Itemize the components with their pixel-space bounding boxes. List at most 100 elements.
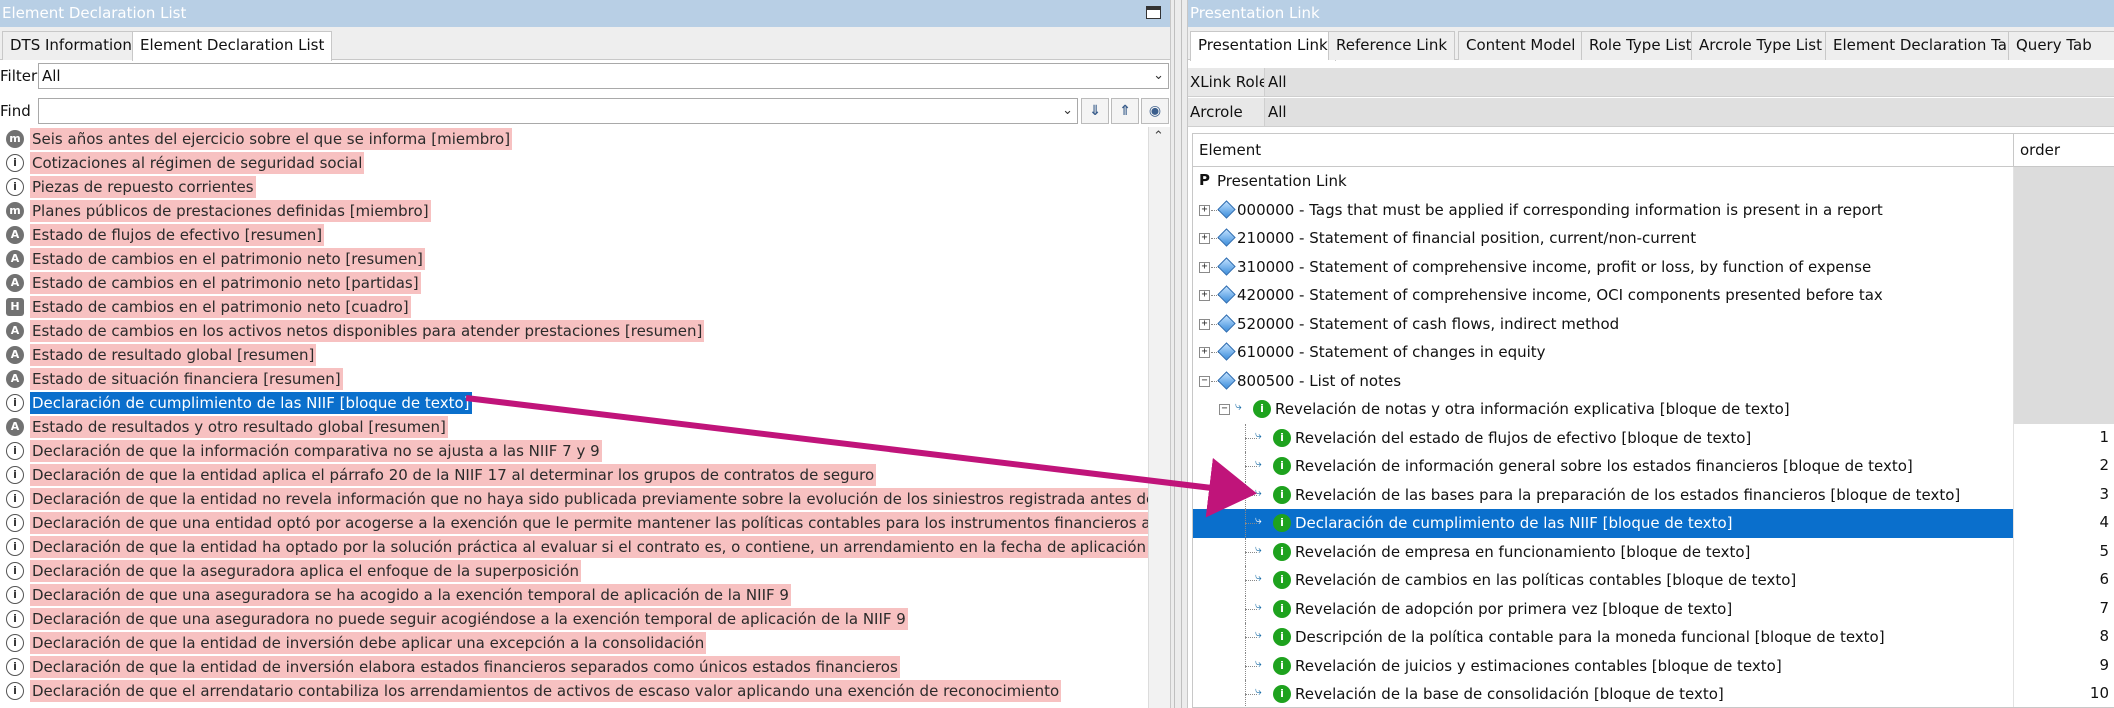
table-row[interactable]: ⤷ i Descripción de la política contable pa… <box>1193 623 2114 652</box>
right-tab-bar: Presentation Link Reference Link Content… <box>1188 27 2114 61</box>
list-item[interactable]: i Declaración de que la entidad de invers… <box>0 631 1148 655</box>
table-row[interactable]: ⤷ i Revelación de empresa en funcionamient… <box>1193 537 2114 566</box>
tab-presentation-link[interactable]: Presentation Link <box>1190 31 1336 61</box>
abstract-icon: A <box>6 250 24 268</box>
maximize-icon[interactable] <box>1146 6 1161 19</box>
scroll-up-icon[interactable]: ⌃ <box>1153 129 1164 144</box>
order-cell <box>2013 338 2114 367</box>
list-item[interactable]: i Declaración de que la entidad aplica el… <box>0 463 1148 487</box>
collapse-icon[interactable]: − <box>1219 404 1230 415</box>
order-cell: 5 <box>2013 537 2114 566</box>
tree-group-row[interactable]: − 800500 - List of notes <box>1193 366 2114 395</box>
tree-group-row[interactable]: +310000 - Statement of comprehensive inc… <box>1193 252 2114 281</box>
list-item[interactable]: i Declaración de que el arrendatario cont… <box>0 679 1148 703</box>
list-item-label: Estado de cambios en el patrimonio neto … <box>30 272 421 294</box>
list-item-label: Estado de resultados y otro resultado gl… <box>30 416 448 438</box>
expand-icon[interactable]: + <box>1199 233 1210 244</box>
table-row[interactable]: ⤷ i Revelación de información general sobr… <box>1193 452 2114 481</box>
list-item[interactable]: i Declaración de que una aseguradora se h… <box>0 583 1148 607</box>
tree-group-row[interactable]: +000000 - Tags that must be applied if c… <box>1193 195 2114 224</box>
link-arc-icon: ⤷ <box>1255 427 1262 442</box>
table-row[interactable]: ⤷ i Revelación de cambios en las políticas… <box>1193 566 2114 595</box>
item-icon: i <box>1273 571 1291 589</box>
list-item[interactable]: i Declaración de que una aseguradora no p… <box>0 607 1148 631</box>
tab-content-model[interactable]: Content Model <box>1458 31 1584 60</box>
list-item[interactable]: A Estado de cambios en el patrimonio neto… <box>0 247 1148 271</box>
table-row[interactable]: ⤷ i Declaración de cumplimiento de las NII… <box>1193 509 2114 538</box>
tree-item-label: Revelación de información general sobre … <box>1295 457 1913 475</box>
panel-title-bar: Element Declaration List <box>0 0 1170 27</box>
expand-icon[interactable]: + <box>1199 261 1210 273</box>
list-item[interactable]: A Estado de cambios en los activos netos … <box>0 319 1148 343</box>
tab-reference-link[interactable]: Reference Link <box>1328 31 1456 60</box>
tab-arcrole-type-list[interactable]: Arcrole Type List <box>1691 31 1830 60</box>
list-item[interactable]: i Declaración de cumplimiento de las NIIF… <box>0 391 1148 415</box>
list-item-label: Declaración de que la entidad aplica el … <box>30 464 877 486</box>
tree-parent-row[interactable]: − ⤷ i Revelación de notas y otra informació… <box>1193 395 2114 424</box>
list-item[interactable]: i Cotizaciones al régimen de seguridad so… <box>0 151 1148 175</box>
abstract-icon: A <box>6 346 24 364</box>
tab-element-declaration-list[interactable]: Element Declaration List <box>132 31 333 61</box>
tree-root-row[interactable]: P Presentation Link <box>1193 167 2114 196</box>
split-divider[interactable] <box>1170 0 1188 708</box>
tree-group-row[interactable]: +210000 - Statement of financial positio… <box>1193 224 2114 253</box>
tab-element-declaration-table[interactable]: Element Declaration Table <box>1825 31 2038 60</box>
find-next-icon[interactable]: ⇓ <box>1081 98 1109 124</box>
tab-dts-information[interactable]: DTS Information <box>2 31 140 60</box>
table-header: Element order <box>1193 134 2114 167</box>
column-header-element[interactable]: Element <box>1199 141 1261 159</box>
expand-icon[interactable]: + <box>1199 290 1210 301</box>
table-row[interactable]: ⤷ i Revelación de la base de consolidación… <box>1193 680 2114 707</box>
tab-role-type-list[interactable]: Role Type List <box>1581 31 1700 60</box>
find-previous-icon[interactable]: ⇑ <box>1111 98 1139 124</box>
link-arc-icon: ⤷ <box>1235 399 1242 413</box>
table-row[interactable]: ⤷ i Revelación del estado de flujos de efe… <box>1193 423 2114 452</box>
tab-query[interactable]: Query Tab <box>2008 31 2114 60</box>
list-item[interactable]: A Estado de cambios en el patrimonio neto… <box>0 271 1148 295</box>
vertical-scrollbar[interactable]: ⌃ <box>1148 127 1170 708</box>
expand-icon[interactable]: − <box>1199 375 1210 387</box>
expand-icon[interactable]: + <box>1199 318 1210 330</box>
order-cell: 1 <box>2013 423 2114 452</box>
filter-select[interactable]: All ⌄ <box>38 63 1169 89</box>
list-item[interactable]: i Declaración de que la entidad ha optado… <box>0 535 1148 559</box>
list-item[interactable]: i Declaración de que la entidad de invers… <box>0 655 1148 679</box>
list-item[interactable]: i Declaración de que una entidad optó por… <box>0 511 1148 535</box>
list-item-label: Estado de flujos de efectivo [resumen] <box>30 224 325 246</box>
tree-group-row[interactable]: +420000 - Statement of comprehensive inc… <box>1193 281 2114 310</box>
tree-group-row[interactable]: +610000 - Statement of changes in equity <box>1193 338 2114 367</box>
xlink-role-select[interactable]: All <box>1264 68 2114 96</box>
list-item[interactable]: A Estado de situación financiera [resumen… <box>0 367 1148 391</box>
table-row[interactable]: ⤷ i Revelación de juicios y estimaciones c… <box>1193 651 2114 680</box>
list-item[interactable]: A Estado de resultados y otro resultado g… <box>0 415 1148 439</box>
list-item[interactable]: i Declaración de que la información compa… <box>0 439 1148 463</box>
binoculars-icon[interactable]: ◉ <box>1141 98 1169 124</box>
order-cell <box>2013 281 2114 310</box>
column-header-order[interactable]: order <box>2013 134 2060 166</box>
tree-group-row[interactable]: +520000 - Statement of cash flows, indir… <box>1193 309 2114 338</box>
element-list[interactable]: m Seis años antes del ejercicio sobre el … <box>0 127 1148 708</box>
table-row[interactable]: ⤷ i Revelación de las bases para la prepar… <box>1193 480 2114 509</box>
tree-body: P Presentation Link +000000 - Tags that mu… <box>1193 167 2114 707</box>
list-item[interactable]: m Planes públicos de prestaciones definid… <box>0 199 1148 223</box>
tree-group-label: 800500 - List of notes <box>1237 371 1402 390</box>
arcrole-select[interactable]: All <box>1264 98 2114 126</box>
tree-group-label: 310000 - Statement of comprehensive inco… <box>1237 257 1872 276</box>
item-icon: i <box>6 154 24 172</box>
list-item-label: Declaración de que la aseguradora aplica… <box>30 560 582 582</box>
abstract-icon: A <box>6 418 24 436</box>
find-input[interactable]: ⌄ <box>38 98 1078 124</box>
list-item[interactable]: i Declaración de que la aseguradora aplic… <box>0 559 1148 583</box>
expand-icon[interactable]: + <box>1199 347 1210 358</box>
abstract-icon: A <box>6 322 24 340</box>
presentation-tree-table[interactable]: Element order P Presentation Link +000000 … <box>1192 133 2114 708</box>
list-item[interactable]: H Estado de cambios en el patrimonio neto… <box>0 295 1148 319</box>
xlink-role-label: XLink Role <box>1190 73 1269 91</box>
table-row[interactable]: ⤷ i Revelación de adopción por primera vez… <box>1193 594 2114 623</box>
expand-icon[interactable]: + <box>1199 204 1210 216</box>
list-item[interactable]: i Declaración de que la entidad no revela… <box>0 487 1148 511</box>
list-item[interactable]: m Seis años antes del ejercicio sobre el … <box>0 127 1148 151</box>
list-item[interactable]: i Piezas de repuesto corrientes <box>0 175 1148 199</box>
list-item[interactable]: A Estado de flujos de efectivo [resumen] <box>0 223 1148 247</box>
list-item[interactable]: A Estado de resultado global [resumen] <box>0 343 1148 367</box>
